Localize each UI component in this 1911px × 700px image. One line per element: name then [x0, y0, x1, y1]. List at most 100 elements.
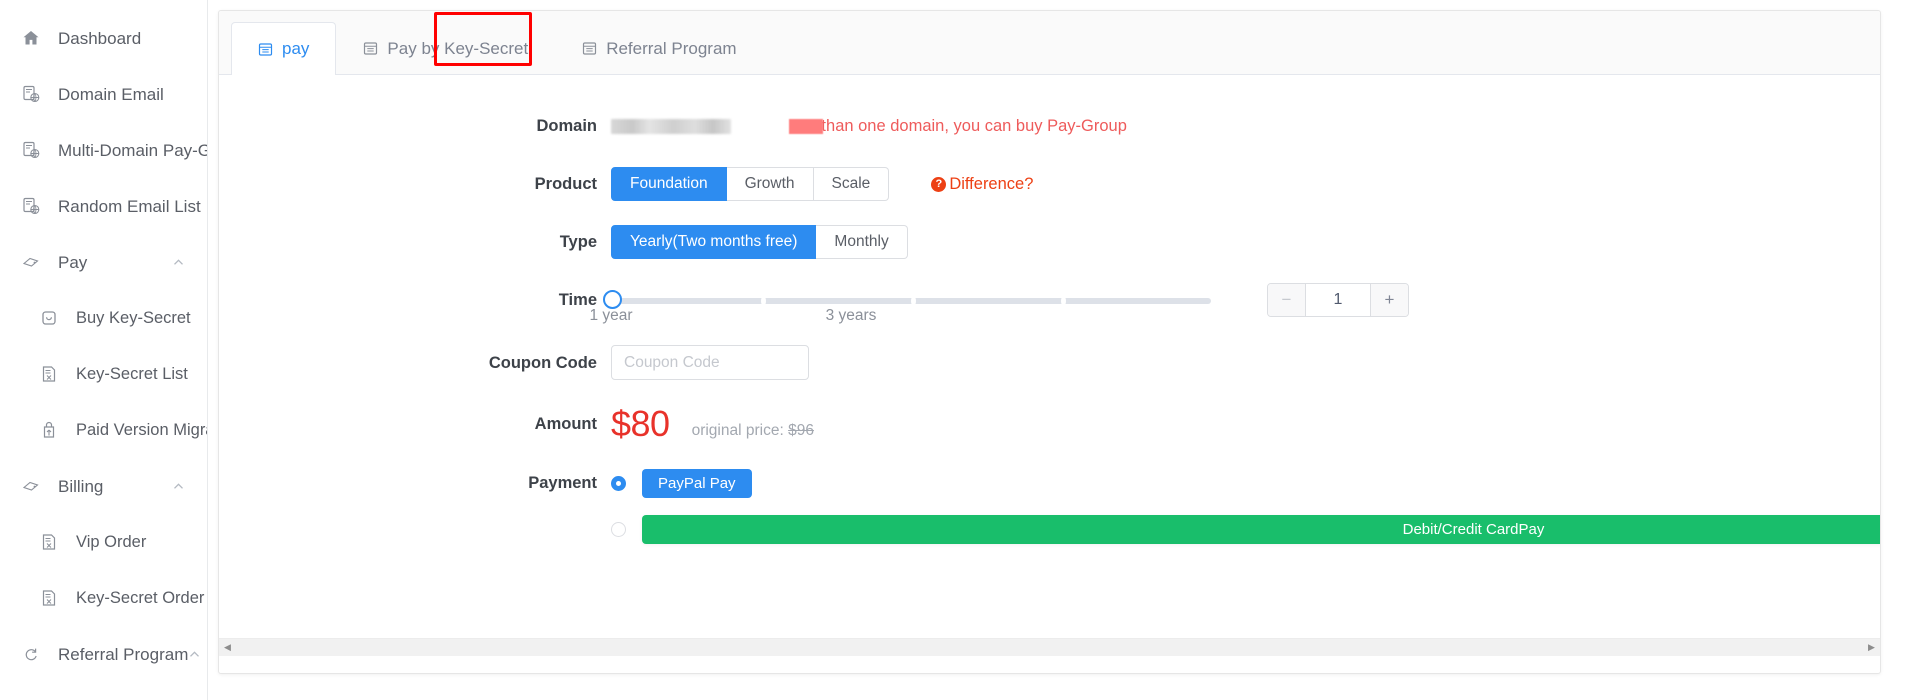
sidebar-item-label: Multi-Domain Pay-Group: [58, 140, 207, 160]
type-option-monthly[interactable]: Monthly: [816, 225, 908, 259]
sidebar-item-dashboard[interactable]: Dashboard: [0, 10, 207, 66]
amount-original-price: $96: [788, 422, 814, 439]
pay-card: pay Pay by Key-Secret Referral Program D…: [218, 10, 1881, 674]
tab-pay-by-key-secret[interactable]: Pay by Key-Secret: [336, 22, 555, 74]
sidebar-group-billing[interactable]: Billing: [0, 458, 207, 514]
payment-control-paypal: PayPal Pay: [611, 468, 752, 498]
sidebar-item-referral-program[interactable]: Referral Program: [0, 682, 207, 700]
payment-radio-paypal[interactable]: [611, 475, 626, 491]
product-option-foundation[interactable]: Foundation: [611, 167, 727, 201]
tab-bar: pay Pay by Key-Secret Referral Program: [219, 11, 1880, 75]
product-row: Product Foundation Growth Scale ? Differ…: [219, 167, 1880, 201]
tab-label: Pay by Key-Secret: [387, 38, 529, 58]
payment-radio-card[interactable]: [611, 521, 626, 537]
difference-link-label: Difference?: [949, 174, 1034, 193]
domain-email-icon: [20, 195, 42, 217]
payment-row-paypal: Payment PayPal Pay: [219, 466, 1880, 500]
product-option-growth[interactable]: Growth: [726, 167, 814, 201]
calendar-list-icon: [258, 42, 273, 57]
product-option-scale[interactable]: Scale: [813, 167, 890, 201]
sidebar-item-label: Paid Version Migration: [76, 420, 207, 439]
sidebar-item-label: Pay: [58, 252, 88, 272]
pay-icon: [20, 251, 42, 273]
sidebar-item-label: Domain Email: [58, 84, 164, 104]
amount-original: original price: $96: [692, 422, 814, 444]
sidebar-item-buy-key-secret[interactable]: Buy Key-Secret: [0, 290, 207, 346]
sidebar-item-label: Dashboard: [58, 28, 142, 48]
pay-icon: [20, 475, 42, 497]
sidebar-item-label: Key-Secret Order: [76, 588, 205, 607]
type-button-group: Yearly(Two months free) Monthly: [611, 225, 908, 259]
sidebar-item-label: Buy Key-Secret: [76, 308, 191, 327]
slider-stop: [1061, 296, 1066, 306]
quantity-increment-button[interactable]: +: [1370, 284, 1408, 316]
sidebar-item-label: Key-Secret List: [76, 364, 188, 383]
amount-original-prefix: original price:: [691, 422, 789, 439]
domain-note: ore than one domain, you can buy Pay-Gro…: [789, 117, 1127, 136]
scroll-left-arrow[interactable]: ◀: [219, 638, 236, 656]
scrollbar-thumb[interactable]: [236, 638, 1863, 656]
amount-row: Amount $80 original price: $96: [219, 404, 1880, 444]
refresh-icon: [20, 643, 42, 665]
coupon-input[interactable]: [611, 345, 809, 380]
chevron-up-icon[interactable]: [172, 256, 185, 269]
paypal-pay-button[interactable]: PayPal Pay: [642, 468, 752, 498]
difference-link[interactable]: ? Difference?: [931, 175, 1033, 194]
calendar-list-icon: [363, 41, 378, 56]
slider-handle[interactable]: [603, 290, 622, 309]
quantity-decrement-button[interactable]: −: [1268, 284, 1306, 316]
domain-row: Domain ore than one domain, you can buy …: [219, 109, 1880, 143]
slider-marks: 1 year 3 years: [589, 307, 1211, 329]
coupon-label: Coupon Code: [488, 353, 597, 372]
list-icon: [38, 587, 60, 609]
sidebar-item-random-email-list[interactable]: Random Email List: [0, 178, 207, 234]
payment-label: Payment: [528, 474, 597, 492]
product-button-group: Foundation Growth Scale: [611, 167, 890, 201]
sidebar-item-label: Billing: [58, 476, 104, 496]
chevron-up-icon[interactable]: [188, 648, 201, 661]
horizontal-scrollbar[interactable]: ◀ ▶: [219, 638, 1880, 656]
type-option-yearly[interactable]: Yearly(Two months free): [611, 225, 817, 259]
sidebar-item-key-secret-order[interactable]: Key-Secret Order: [0, 570, 207, 626]
tab-referral-program[interactable]: Referral Program: [555, 22, 763, 74]
sidebar-item-key-secret-list[interactable]: Key-Secret List: [0, 346, 207, 402]
product-label: Product: [534, 175, 597, 193]
app-root: Dashboard Domain Email Multi-Domain Pay-…: [0, 0, 1911, 700]
slider-max-label: 3 years: [825, 307, 877, 324]
domain-control: ore than one domain, you can buy Pay-Gro…: [611, 117, 1127, 136]
slider-stop: [911, 296, 916, 306]
chevron-up-icon[interactable]: [172, 480, 185, 493]
tab-label: pay: [282, 39, 310, 58]
tab-pay[interactable]: pay: [231, 22, 337, 75]
product-control: Foundation Growth Scale ? Difference?: [611, 167, 1033, 201]
list-icon: [38, 531, 60, 553]
list-icon: [38, 363, 60, 385]
sidebar-item-label: Vip Order: [76, 532, 147, 551]
debit-credit-card-pay-button[interactable]: Debit/Credit CardPay: [642, 514, 1880, 544]
payment-row-card: Debit/Credit CardPay: [219, 512, 1880, 546]
domain-email-icon: [20, 83, 42, 105]
quantity-value[interactable]: 1: [1306, 284, 1370, 316]
home-icon: [20, 27, 42, 49]
calendar-list-icon: [582, 41, 597, 56]
type-control: Yearly(Two months free) Monthly: [611, 225, 908, 259]
scroll-right-arrow[interactable]: ▶: [1863, 638, 1880, 656]
sidebar-item-paid-version-migration[interactable]: Paid Version Migration: [0, 402, 207, 458]
sidebar-group-referral-program[interactable]: Referral Program: [0, 626, 207, 682]
slider-stop: [761, 296, 766, 306]
payment-control-card: Debit/Credit CardPay: [611, 514, 1880, 544]
domain-value-redacted: [611, 118, 731, 134]
main-content: pay Pay by Key-Secret Referral Program D…: [208, 0, 1911, 700]
time-label: Time: [558, 291, 597, 309]
tab-label: Referral Program: [606, 38, 737, 58]
type-label: Type: [559, 233, 597, 251]
migration-icon: [38, 419, 60, 441]
sidebar-item-domain-email[interactable]: Domain Email: [0, 66, 207, 122]
buy-key-icon: [38, 307, 60, 329]
sidebar-group-pay[interactable]: Pay: [0, 234, 207, 290]
sidebar-item-vip-order[interactable]: Vip Order: [0, 514, 207, 570]
quantity-stepper: − 1 +: [1267, 283, 1409, 317]
amount-price: $80: [611, 403, 670, 444]
domain-note-redaction: [789, 118, 823, 134]
sidebar-item-multi-domain-pay-group[interactable]: Multi-Domain Pay-Group: [0, 122, 207, 178]
